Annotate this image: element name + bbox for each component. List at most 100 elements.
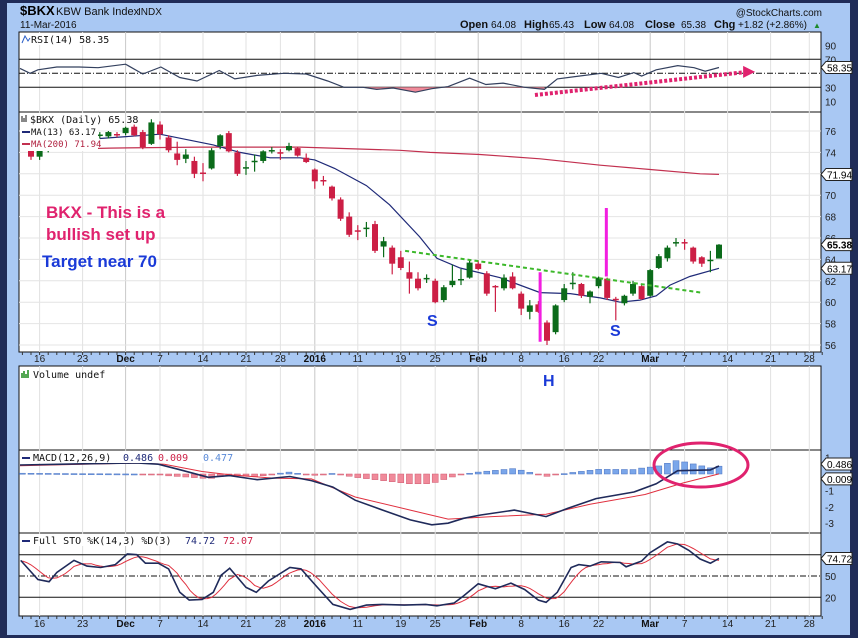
close-label: Close	[645, 19, 675, 31]
macd-histogram-bar	[681, 461, 688, 475]
value-tag-label: 58.35	[827, 63, 852, 74]
chart-date: 11-Mar-2016	[20, 20, 77, 31]
price-tick-label: 70	[825, 191, 837, 202]
date-tick-label: Dec	[116, 354, 135, 365]
price-value-tag: 71.94	[820, 167, 853, 181]
macd-histogram-bar	[363, 473, 370, 479]
macd-histogram-bar	[320, 473, 327, 476]
macd-histogram-bar	[328, 473, 336, 475]
macd-histogram-bar	[105, 473, 112, 476]
macd-histogram-bar	[406, 473, 413, 484]
candle-body	[526, 305, 533, 312]
candle-body	[518, 293, 525, 309]
candle-body	[415, 278, 421, 289]
macd-histogram-bar	[483, 470, 491, 475]
date-tick-label: 16	[34, 619, 46, 630]
candle	[716, 244, 722, 259]
shoulder-right-label: S	[610, 323, 621, 340]
volume-legend-label: Volume undef	[33, 370, 105, 381]
candle-body	[621, 295, 628, 304]
chg-value: +1.82 (+2.86%)	[738, 20, 807, 31]
candle-body	[372, 224, 378, 251]
chart-canvas: $BKX KBW Bank Index INDX 11-Mar-2016 @St…	[0, 0, 858, 638]
candle-body	[509, 276, 516, 289]
candle	[234, 150, 241, 176]
rsi-tick-label: 30	[825, 83, 837, 94]
close-value: 65.38	[681, 20, 706, 31]
candle-body	[432, 280, 439, 303]
macd-histogram-bar	[535, 473, 542, 476]
price-legend-label: $BKX (Daily) 65.38	[30, 115, 138, 126]
chg-label: Chg	[714, 19, 735, 31]
date-tick-label: 7	[157, 354, 163, 365]
macd-hist-value: 0.477	[203, 453, 233, 464]
date-tick-label: 25	[430, 354, 442, 365]
candle-body	[208, 150, 215, 169]
date-tick-label: 14	[197, 354, 209, 365]
macd-histogram-bar	[122, 473, 129, 476]
candle	[466, 260, 473, 279]
macd-histogram-bar	[113, 473, 121, 476]
date-tick-label: 28	[275, 354, 287, 365]
macd-histogram-bar	[27, 473, 35, 475]
candle-body	[466, 262, 473, 278]
candle	[337, 197, 344, 221]
macd-histogram-bar	[526, 472, 534, 475]
candle	[638, 285, 645, 301]
candle-body	[561, 288, 568, 301]
price-tick-label: 74	[825, 148, 837, 159]
stoch-k-value: 74.72	[185, 536, 215, 547]
candle-body	[475, 263, 482, 270]
date-tick-label: Mar	[641, 354, 659, 365]
date-tick-label: 21	[765, 619, 777, 630]
macd-histogram-bar	[79, 473, 86, 475]
date-tick-label: 7	[157, 619, 163, 630]
macd-histogram-bar	[595, 469, 602, 475]
macd-histogram-bar	[268, 473, 276, 476]
macd-histogram-bar	[302, 473, 310, 476]
high-value: 65.43	[549, 20, 574, 31]
candle-body	[604, 278, 611, 298]
exchange: INDX	[138, 7, 162, 18]
date-tick-label: 14	[722, 619, 734, 630]
candle-body	[630, 284, 636, 294]
macd-histogram-bar	[509, 468, 516, 475]
macd-tick-label: -2	[825, 503, 834, 514]
rsi-legend-label: RSI(14) 58.35	[31, 35, 109, 46]
candle	[225, 131, 232, 153]
stoch-legend: Full STO %K(14,3) %D(3) 74.72 72.07	[20, 534, 260, 547]
value-tag-label: 71.94	[827, 170, 852, 181]
candle-body	[303, 157, 310, 163]
date-tick-label: 16	[34, 354, 46, 365]
candle-body	[311, 169, 318, 182]
candle-body	[217, 135, 224, 146]
date-tick-label: 11	[353, 354, 364, 365]
macd-histogram-bar	[569, 472, 577, 475]
macd-histogram-bar	[517, 469, 525, 475]
date-tick-label: 19	[395, 619, 407, 630]
date-tick-label: 7	[682, 354, 688, 365]
stockcharts-brand[interactable]: @StockCharts.com	[736, 8, 822, 19]
candle-body	[483, 273, 490, 294]
candle-body	[578, 284, 585, 296]
macd-histogram-bar	[259, 473, 267, 477]
price-value-tag: 65.38	[820, 238, 853, 252]
candle	[647, 269, 654, 297]
macd-histogram-bar	[96, 473, 104, 476]
date-tick-label: 21	[765, 354, 777, 365]
candle	[329, 185, 335, 201]
macd-histogram-bar	[53, 473, 61, 475]
macd-histogram-bar	[345, 473, 353, 477]
candle-body	[638, 286, 645, 299]
macd-histogram-bar	[294, 473, 301, 475]
candle-body	[182, 154, 189, 159]
macd-histogram-bar	[621, 469, 628, 475]
candle-body	[105, 132, 112, 137]
candle-body	[225, 133, 232, 152]
macd-histogram-bar	[664, 463, 671, 475]
date-tick-label: 28	[804, 354, 816, 365]
rsi-legend: RSI(14) 58.35	[20, 33, 109, 46]
macd-histogram-bar	[543, 473, 551, 477]
macd-histogram-bar	[397, 473, 405, 483]
price-tick-label: 60	[825, 298, 837, 309]
